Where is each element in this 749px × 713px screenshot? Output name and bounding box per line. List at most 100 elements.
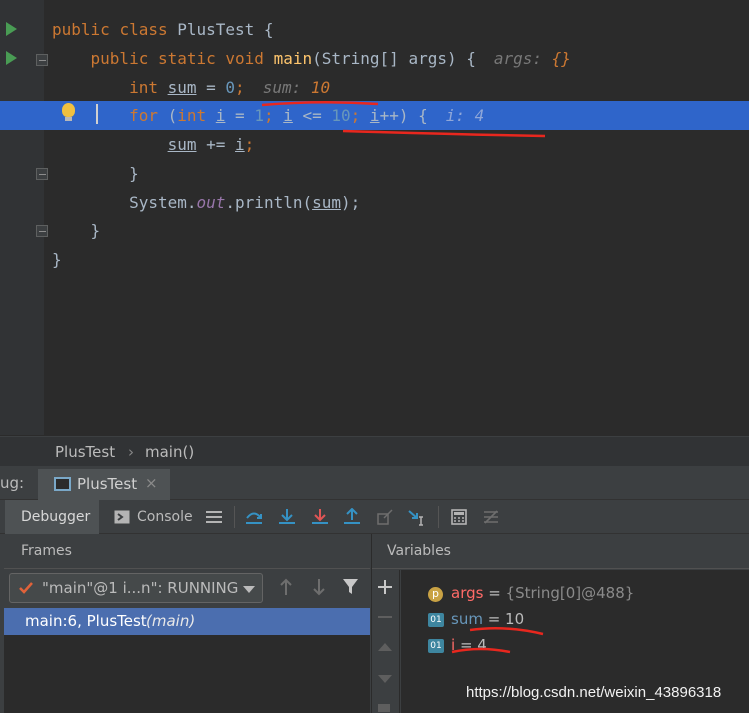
- code-token: 10: [331, 106, 351, 125]
- code-token: ;: [244, 135, 255, 154]
- step-out-icon[interactable]: [343, 508, 361, 526]
- tab-debugger[interactable]: Debugger: [5, 500, 99, 534]
- code-text: sum += i;: [52, 135, 255, 155]
- drop-frame-icon[interactable]: [376, 508, 394, 526]
- toolbar-separator: [438, 506, 439, 528]
- minus-icon[interactable]: [378, 610, 392, 624]
- code-line[interactable]: }: [0, 216, 749, 245]
- breadcrumb-method[interactable]: main(): [145, 443, 194, 461]
- code-text: System.out.println(sum);: [52, 193, 360, 213]
- code-token: PlusTest {: [177, 20, 274, 39]
- code-line[interactable]: public class PlusTest {: [0, 15, 749, 44]
- code-token: for: [129, 106, 168, 125]
- run-to-cursor-icon[interactable]: [408, 508, 426, 526]
- code-token: }: [52, 250, 62, 269]
- tab-console[interactable]: Console: [106, 500, 198, 534]
- code-token: sum: [167, 135, 197, 154]
- code-token: 1: [254, 106, 264, 125]
- plus-icon[interactable]: [378, 580, 392, 594]
- code-token: public: [52, 20, 120, 39]
- code-token: ++) {: [379, 106, 428, 125]
- code-token: ;: [350, 106, 370, 125]
- code-token: static: [157, 49, 226, 68]
- inline-value: 4: [474, 106, 485, 125]
- inline-value-name: i:: [445, 106, 475, 125]
- code-token: out: [196, 193, 226, 212]
- code-token: <=: [292, 106, 332, 125]
- frame-method: (main): [146, 612, 196, 630]
- inline-value-name: args:: [493, 49, 552, 68]
- primitive-icon: 01: [428, 639, 444, 653]
- code-token: );: [341, 193, 361, 212]
- step-into-icon[interactable]: [278, 508, 296, 526]
- code-line[interactable]: }: [0, 245, 749, 274]
- inline-value: {}: [551, 49, 571, 68]
- code-line[interactable]: System.out.println(sum);: [0, 188, 749, 217]
- session-icon: [54, 477, 71, 491]
- chevron-down-icon: [243, 586, 255, 593]
- frame-label: main:6, PlusTest: [25, 612, 147, 630]
- move-up-icon[interactable]: [378, 642, 392, 652]
- inline-value-name: sum:: [262, 78, 311, 97]
- variables-side-toolbar: [372, 570, 400, 713]
- evaluate-expression-icon[interactable]: [450, 508, 468, 526]
- thread-selector[interactable]: "main"@1 i...n": RUNNING: [9, 573, 263, 603]
- code-token: i: [369, 106, 380, 125]
- step-over-icon[interactable]: [245, 508, 263, 526]
- code-token: class: [119, 20, 178, 39]
- tab-debugger-label: Debugger: [21, 509, 91, 525]
- frame-list: main:6, PlusTest (main): [4, 608, 370, 713]
- code-token: +=: [196, 135, 236, 154]
- code-token: i: [283, 106, 293, 125]
- code-token: (String[] args) {: [312, 49, 476, 68]
- layout-menu-icon[interactable]: [205, 508, 223, 526]
- code-editor[interactable]: public class PlusTest { public static vo…: [0, 0, 749, 435]
- list-item[interactable]: main:6, PlusTest (main): [4, 608, 370, 635]
- code-token: public: [90, 49, 158, 68]
- code-line[interactable]: int sum = 0; sum: 10: [0, 73, 749, 102]
- lightbulb-icon[interactable]: [62, 103, 75, 121]
- copy-icon[interactable]: [378, 702, 392, 712]
- arrow-down-icon[interactable]: [311, 578, 327, 596]
- session-tab-label: PlusTest: [77, 475, 138, 493]
- frames-title: Frames: [21, 543, 72, 559]
- variable-row-i[interactable]: 01 i = 4: [401, 635, 749, 659]
- code-text: }: [52, 221, 101, 241]
- code-line[interactable]: public static void main(String[] args) {…: [0, 44, 749, 73]
- thread-selector-value: "main"@1 i...n": RUNNING: [42, 579, 239, 597]
- code-line[interactable]: }: [0, 159, 749, 188]
- close-icon[interactable]: ×: [145, 474, 158, 492]
- breadcrumb-class[interactable]: PlusTest: [55, 443, 115, 461]
- move-down-icon[interactable]: [378, 674, 392, 684]
- variable-row-args[interactable]: p args = {String[0]@488}: [401, 583, 749, 607]
- variable-entry: sum = 10: [451, 610, 524, 628]
- inline-debug-value: args: {}: [494, 49, 571, 68]
- filter-icon[interactable]: [342, 578, 359, 595]
- debug-window-header: ug: PlusTest ×: [0, 466, 749, 500]
- variables-title: Variables: [387, 543, 451, 559]
- inline-debug-value: sum: 10: [263, 78, 330, 97]
- code-line[interactable]: sum += i;: [0, 130, 749, 159]
- code-token: (: [167, 106, 178, 125]
- trace-stream-icon[interactable]: [482, 508, 500, 526]
- code-token: i: [235, 135, 245, 154]
- current-execution-line[interactable]: for (int i = 1; i <= 10; i++) {i: 4: [0, 101, 749, 130]
- code-token: ;: [235, 78, 245, 97]
- force-step-into-icon[interactable]: [311, 508, 329, 526]
- variable-name: args: [451, 584, 484, 602]
- variable-entry: i = 4: [451, 636, 487, 654]
- breadcrumb: PlusTest › main(): [0, 436, 749, 466]
- variable-equals: =: [455, 636, 478, 654]
- tab-console-label: Console: [137, 509, 193, 525]
- text-caret: [96, 104, 98, 124]
- arrow-up-icon[interactable]: [278, 578, 294, 596]
- code-token: main: [273, 49, 313, 68]
- debug-session-tab[interactable]: PlusTest ×: [38, 469, 170, 500]
- parameter-icon: p: [428, 587, 443, 602]
- watermark: https://blog.csdn.net/weixin_43896318: [466, 684, 722, 701]
- code-token: System.: [129, 193, 197, 212]
- variable-row-sum[interactable]: 01 sum = 10: [401, 609, 749, 633]
